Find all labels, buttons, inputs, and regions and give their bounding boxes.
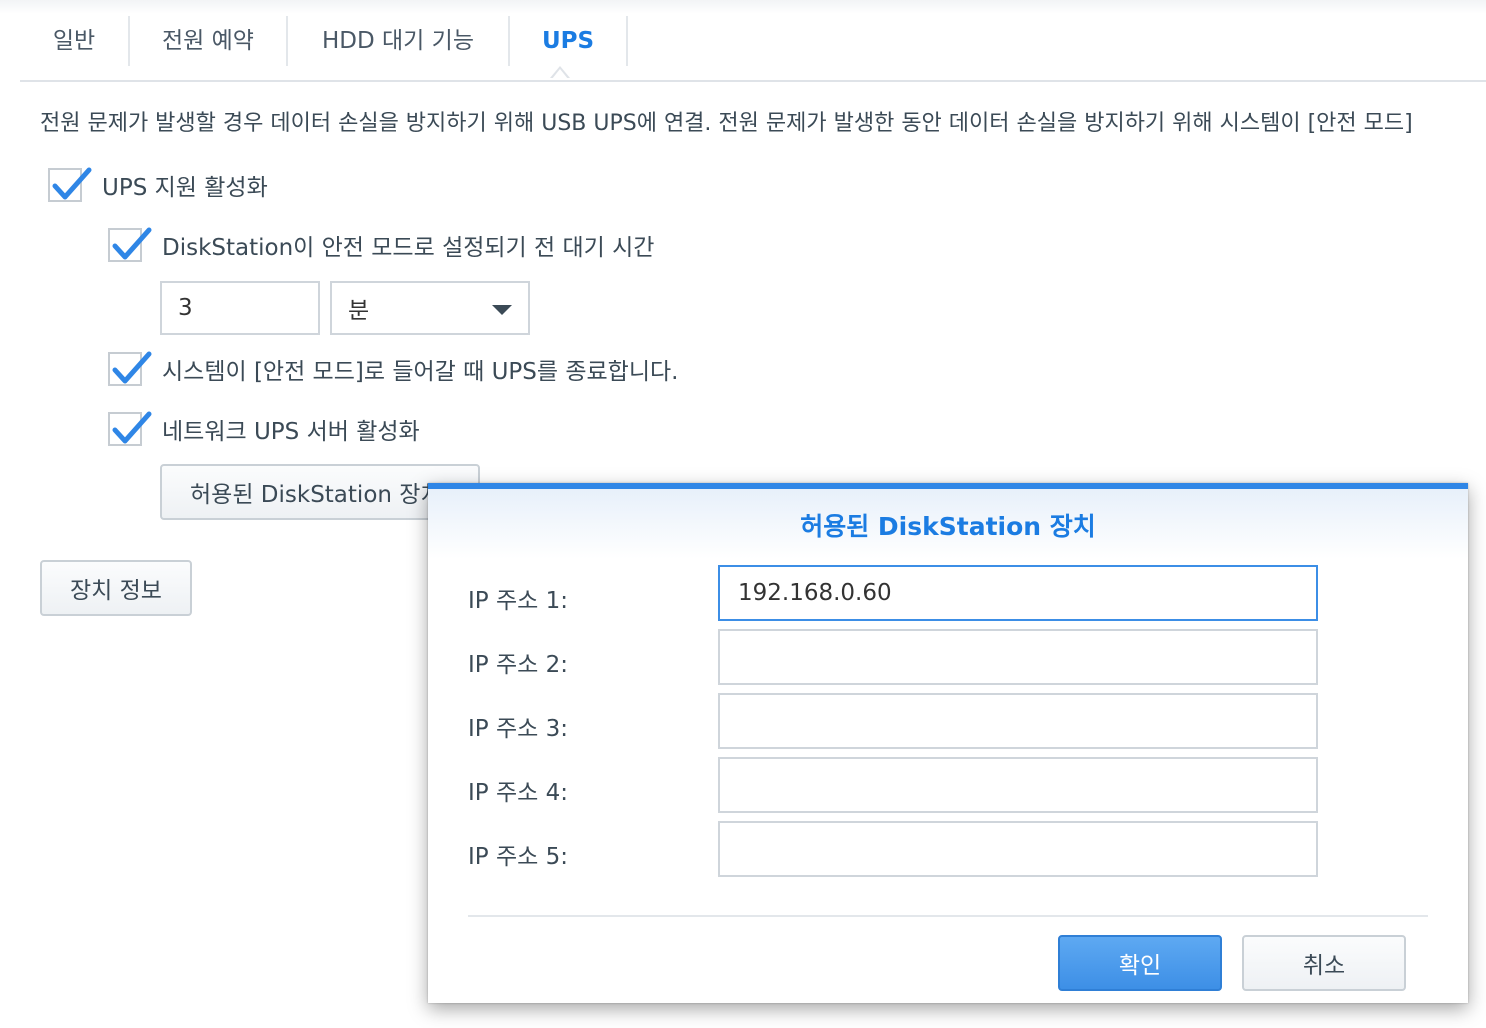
ups-description: 전원 문제가 발생할 경우 데이터 손실을 방지하기 위해 USB UPS에 연… (40, 111, 1413, 136)
shutdown-ups-row: 시스템이 [안전 모드]로 들어갈 때 UPS를 종료합니다. (108, 351, 679, 386)
ip-address-3-label: IP 주소 3: (468, 716, 568, 742)
shutdown-ups-label: 시스템이 [안전 모드]로 들어갈 때 UPS를 종료합니다. (162, 359, 679, 385)
enable-ups-checkbox[interactable] (48, 167, 92, 202)
tab-hdd-hibernation[interactable]: HDD 대기 기능 (288, 16, 510, 66)
ip-address-5-input[interactable] (718, 821, 1318, 877)
wait-time-input[interactable]: 3 (160, 281, 320, 335)
ip-address-4-label: IP 주소 4: (468, 780, 568, 806)
allowed-devices-dialog: 허용된 DiskStation 장치 IP 주소 1: 192.168.0.60… (428, 483, 1468, 1003)
ip-address-3-input[interactable] (718, 693, 1318, 749)
ip-address-1-value: 192.168.0.60 (738, 580, 892, 606)
dialog-title: 허용된 DiskStation 장치 (800, 512, 1096, 541)
wait-time-label: DiskStation이 안전 모드로 설정되기 전 대기 시간 (162, 235, 655, 261)
enable-ups-label: UPS 지원 활성화 (102, 175, 268, 201)
tab-ups[interactable]: UPS (510, 16, 628, 66)
active-tab-indicator (550, 66, 570, 79)
ip-address-5-label: IP 주소 5: (468, 844, 568, 870)
checkmark-icon (112, 351, 152, 384)
ip-address-1-input[interactable]: 192.168.0.60 (718, 565, 1318, 621)
network-ups-row: 네트워크 UPS 서버 활성화 (108, 411, 420, 446)
network-ups-label: 네트워크 UPS 서버 활성화 (162, 419, 420, 445)
ip-address-2-input[interactable] (718, 629, 1318, 685)
network-ups-checkbox[interactable] (108, 411, 152, 446)
device-info-button[interactable]: 장치 정보 (40, 560, 192, 616)
shutdown-ups-checkbox[interactable] (108, 351, 152, 386)
wait-time-value: 3 (178, 295, 193, 321)
dialog-divider (468, 915, 1428, 917)
wait-time-checkbox[interactable] (108, 227, 152, 262)
ok-button[interactable]: 확인 (1058, 935, 1222, 991)
time-unit-value: 분 (348, 298, 370, 324)
chevron-down-icon (492, 305, 512, 315)
enable-ups-row: UPS 지원 활성화 (48, 167, 268, 202)
checkmark-icon (52, 167, 92, 200)
cancel-button[interactable]: 취소 (1242, 935, 1406, 991)
device-info-label: 장치 정보 (70, 578, 162, 604)
tab-bar: 일반 전원 예약 HDD 대기 기능 UPS (20, 0, 1486, 82)
time-unit-select[interactable]: 분 (330, 281, 530, 335)
allowed-devices-label: 허용된 DiskStation 장치 (190, 482, 442, 508)
ip-address-2-label: IP 주소 2: (468, 652, 568, 678)
tab-general[interactable]: 일반 (20, 16, 130, 66)
tab-power-schedule[interactable]: 전원 예약 (130, 16, 288, 66)
checkmark-icon (112, 411, 152, 444)
ip-address-1-label: IP 주소 1: (468, 588, 568, 614)
cancel-label: 취소 (1302, 953, 1346, 979)
wait-time-row: DiskStation이 안전 모드로 설정되기 전 대기 시간 (108, 227, 655, 262)
ok-label: 확인 (1118, 953, 1162, 979)
ip-address-4-input[interactable] (718, 757, 1318, 813)
checkmark-icon (112, 227, 152, 260)
